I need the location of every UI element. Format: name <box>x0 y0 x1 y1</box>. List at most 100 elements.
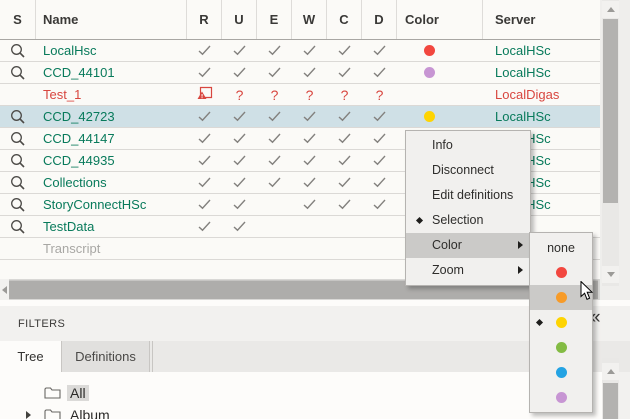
scroll-left-icon <box>2 286 7 294</box>
color-dot <box>556 342 567 353</box>
column-header-name[interactable]: Name <box>36 0 187 39</box>
column-header-server[interactable]: Server <box>483 0 600 39</box>
filters-scroll-up-button[interactable] <box>602 363 619 380</box>
column-header-c[interactable]: C <box>327 0 362 39</box>
context-menu: InfoDisconnectEdit definitionsSelectionC… <box>405 130 531 286</box>
server-name: LocalHSc <box>495 65 551 80</box>
server-name: LocalHSc <box>495 43 551 58</box>
selected-marker-icon <box>416 217 423 224</box>
status-cell-d: ? <box>362 84 397 105</box>
check-icon <box>268 177 281 188</box>
status-cell-u: ? <box>222 84 257 105</box>
color-dot <box>556 292 567 303</box>
search-cell <box>0 128 36 149</box>
table-row-localhsc[interactable]: LocalHscLocalHSc <box>0 40 600 62</box>
column-header-s[interactable]: S <box>0 0 36 39</box>
search-cell <box>0 40 36 61</box>
menu-item-info[interactable]: Info <box>406 133 530 158</box>
table-row-ccd-44101[interactable]: CCD_44101LocalHSc <box>0 62 600 84</box>
tree-item-all[interactable]: All <box>0 382 602 404</box>
filters-scrollbar[interactable] <box>602 358 619 419</box>
search-cell <box>0 150 36 171</box>
magnifier-icon[interactable] <box>10 219 26 235</box>
check-icon <box>303 133 316 144</box>
column-header-e[interactable]: E <box>257 0 292 39</box>
menu-item-selection[interactable]: Selection <box>406 208 530 233</box>
check-icon <box>303 155 316 166</box>
tab-definitions[interactable]: Definitions <box>61 341 150 372</box>
status-cell-w <box>292 40 327 61</box>
filters-title: FILTERS <box>18 318 65 330</box>
magnifier-icon[interactable] <box>10 43 26 59</box>
status-cell-d <box>362 172 397 193</box>
color-option-83bb43[interactable] <box>530 335 592 360</box>
menu-item-edit-definitions[interactable]: Edit definitions <box>406 183 530 208</box>
question-mark: ? <box>376 87 384 103</box>
connection-name: StoryConnectHSc <box>43 197 146 212</box>
check-icon <box>233 155 246 166</box>
selected-marker-icon <box>536 319 543 326</box>
status-cell-e <box>257 106 292 127</box>
submenu-arrow-icon <box>518 241 523 249</box>
color-option-24a3e3[interactable] <box>530 360 592 385</box>
scroll-up-button[interactable] <box>602 1 619 18</box>
status-cell-r <box>187 216 222 237</box>
scroll-left-button[interactable] <box>0 279 9 300</box>
name-cell: Test_1 <box>36 84 187 105</box>
connection-name: TestData <box>43 219 94 234</box>
tab-tree[interactable]: Tree <box>0 341 61 372</box>
scroll-down-button[interactable] <box>602 266 619 283</box>
status-cell-c <box>327 62 362 83</box>
check-icon <box>198 111 211 122</box>
color-option-none[interactable]: none <box>530 235 592 260</box>
column-header-u[interactable]: U <box>222 0 257 39</box>
status-cell-e: ? <box>257 84 292 105</box>
connection-error-icon <box>197 86 213 103</box>
status-cell-r <box>187 194 222 215</box>
color-option-fed402[interactable] <box>530 310 592 335</box>
column-header-d[interactable]: D <box>362 0 397 39</box>
color-option-c795d3[interactable] <box>530 385 592 410</box>
menu-item-disconnect[interactable]: Disconnect <box>406 158 530 183</box>
column-header-r[interactable]: R <box>187 0 222 39</box>
status-cell-w: ? <box>292 84 327 105</box>
name-cell: Transcript <box>36 238 187 259</box>
status-cell-c <box>327 150 362 171</box>
magnifier-icon[interactable] <box>10 175 26 191</box>
magnifier-icon[interactable] <box>10 131 26 147</box>
menu-item-zoom[interactable]: Zoom <box>406 258 530 283</box>
vertical-scrollbar[interactable] <box>602 0 619 286</box>
status-cell-u <box>222 238 257 259</box>
status-cell-d <box>362 150 397 171</box>
filters-scrollbar-thumb[interactable] <box>603 383 618 419</box>
table-row-test-1[interactable]: Test_1?????LocalDigas <box>0 84 600 106</box>
vertical-scrollbar-thumb[interactable] <box>603 19 618 203</box>
magnifier-icon[interactable] <box>10 65 26 81</box>
magnifier-icon[interactable] <box>10 109 26 125</box>
expander-icon[interactable] <box>26 411 31 419</box>
status-cell-c <box>327 106 362 127</box>
tree-item-album[interactable]: Album <box>0 404 602 419</box>
check-icon <box>268 45 281 56</box>
status-cell-w <box>292 238 327 259</box>
check-icon <box>303 177 316 188</box>
status-cell-w <box>292 172 327 193</box>
status-cell-w <box>292 216 327 237</box>
status-cell-e <box>257 128 292 149</box>
server-cell: LocalHSc <box>483 106 600 127</box>
menu-item-color[interactable]: Color <box>406 233 530 258</box>
column-header-w[interactable]: W <box>292 0 327 39</box>
search-cell <box>0 172 36 193</box>
check-icon <box>233 45 246 56</box>
check-icon <box>198 177 211 188</box>
check-icon <box>198 199 211 210</box>
column-header-color[interactable]: Color <box>397 0 483 39</box>
mouse-cursor <box>580 281 593 306</box>
status-cell-d <box>362 40 397 61</box>
magnifier-icon[interactable] <box>10 197 26 213</box>
name-cell: TestData <box>36 216 187 237</box>
name-cell: CCD_44147 <box>36 128 187 149</box>
name-cell: Collections <box>36 172 187 193</box>
table-row-ccd-42723[interactable]: CCD_42723LocalHSc <box>0 106 600 128</box>
magnifier-icon[interactable] <box>10 153 26 169</box>
